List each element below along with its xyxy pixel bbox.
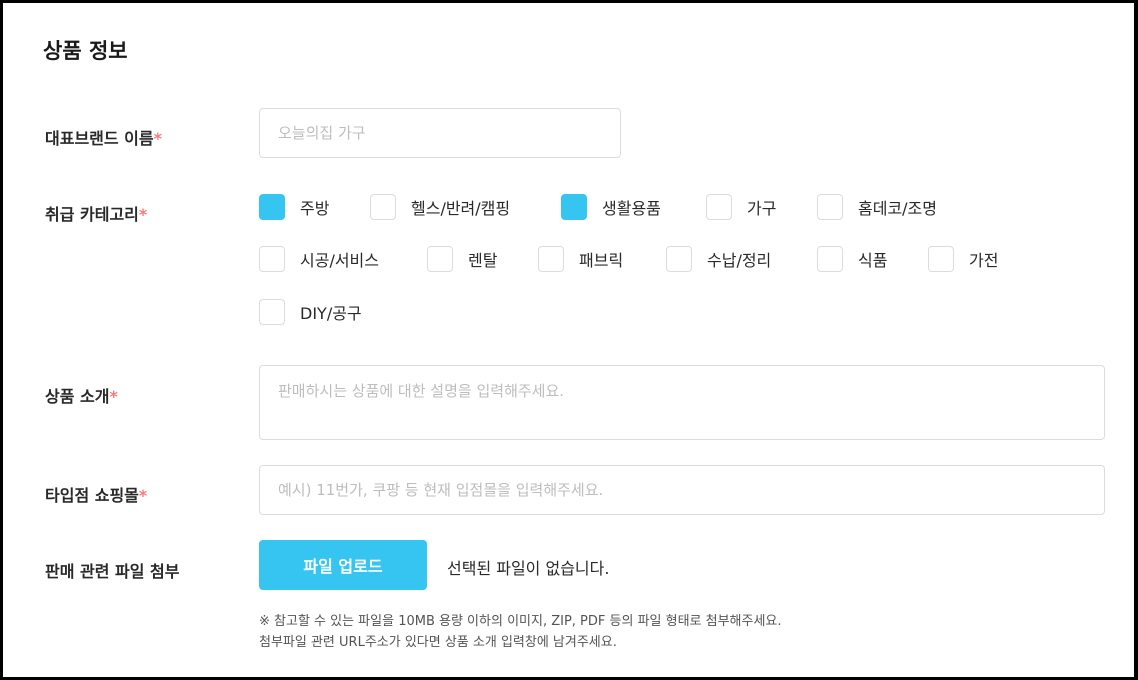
- category-label-text: 취급 카테고리: [45, 205, 139, 224]
- brand-label-text: 대표브랜드 이름: [45, 129, 154, 148]
- category-option-label: 가구: [747, 199, 777, 218]
- category-option-label: 헬스/반려/캠핑: [411, 199, 511, 218]
- checkbox[interactable]: [561, 194, 587, 220]
- brand-label: 대표브랜드 이름*: [45, 125, 162, 149]
- intro-label: 상품 소개*: [45, 383, 118, 407]
- checkbox[interactable]: [817, 246, 843, 272]
- category-option-label: 패브릭: [579, 251, 624, 270]
- category-label: 취급 카테고리*: [45, 201, 147, 225]
- checkbox[interactable]: [928, 246, 954, 272]
- file-upload-button[interactable]: 파일 업로드: [259, 540, 427, 590]
- checkbox[interactable]: [259, 299, 285, 325]
- checkbox[interactable]: [259, 246, 285, 272]
- category-option-food[interactable]: 식품: [817, 246, 887, 272]
- category-option-kitchen[interactable]: 주방: [259, 194, 329, 220]
- checkbox[interactable]: [259, 194, 285, 220]
- category-option-diy-tools[interactable]: DIY/공구: [259, 299, 362, 325]
- required-mark: *: [153, 129, 162, 148]
- category-option-label: 렌탈: [468, 251, 498, 270]
- category-option-home-deco-lighting[interactable]: 홈데코/조명: [817, 194, 937, 220]
- other-mall-label: 타입점 쇼핑몰*: [45, 482, 147, 506]
- required-mark: *: [138, 486, 148, 505]
- checkbox[interactable]: [538, 246, 564, 272]
- required-mark: *: [109, 387, 118, 406]
- category-option-label: 홈데코/조명: [858, 199, 937, 218]
- category-option-label: 식품: [858, 251, 888, 270]
- attachment-label: 판매 관련 파일 첨부: [45, 562, 180, 581]
- required-mark: *: [138, 205, 148, 224]
- attachment-notice-line1: ※ 참고할 수 있는 파일을 10MB 용량 이하의 이미지, ZIP, PDF…: [259, 614, 782, 629]
- category-option-label: 수납/정리: [707, 251, 772, 270]
- category-option-rental[interactable]: 렌탈: [427, 246, 497, 272]
- category-option-health-pet-camping[interactable]: 헬스/반려/캠핑: [370, 194, 510, 220]
- category-option-storage[interactable]: 수납/정리: [666, 246, 771, 272]
- other-mall-input[interactable]: [259, 465, 1105, 515]
- category-option-label: DIY/공구: [300, 304, 362, 323]
- checkbox[interactable]: [370, 194, 396, 220]
- file-status-text: 선택된 파일이 없습니다.: [447, 559, 610, 578]
- category-option-label: 시공/서비스: [300, 251, 379, 270]
- category-option-appliances[interactable]: 가전: [928, 246, 998, 272]
- category-option-label: 생활용품: [602, 199, 661, 218]
- form-frame: 상품 정보 대표브랜드 이름* 취급 카테고리* 주방 헬스/반려/캠핑 생활용…: [0, 0, 1138, 680]
- checkbox[interactable]: [817, 194, 843, 220]
- category-option-label: 가전: [969, 251, 999, 270]
- other-mall-label-text: 타입점 쇼핑몰: [45, 486, 139, 505]
- category-option-household[interactable]: 생활용품: [561, 194, 661, 220]
- checkbox[interactable]: [666, 246, 692, 272]
- category-option-fabric[interactable]: 패브릭: [538, 246, 623, 272]
- intro-label-text: 상품 소개: [45, 387, 110, 406]
- attachment-notice-line2: 첨부파일 관련 URL주소가 있다면 상품 소개 입력창에 남겨주세요.: [259, 635, 617, 650]
- checkbox[interactable]: [706, 194, 732, 220]
- category-option-label: 주방: [300, 199, 330, 218]
- category-option-construction-service[interactable]: 시공/서비스: [259, 246, 379, 272]
- brand-name-input[interactable]: [259, 108, 621, 158]
- category-option-furniture[interactable]: 가구: [706, 194, 776, 220]
- section-title: 상품 정보: [43, 39, 128, 63]
- product-intro-textarea[interactable]: [259, 365, 1105, 440]
- checkbox[interactable]: [427, 246, 453, 272]
